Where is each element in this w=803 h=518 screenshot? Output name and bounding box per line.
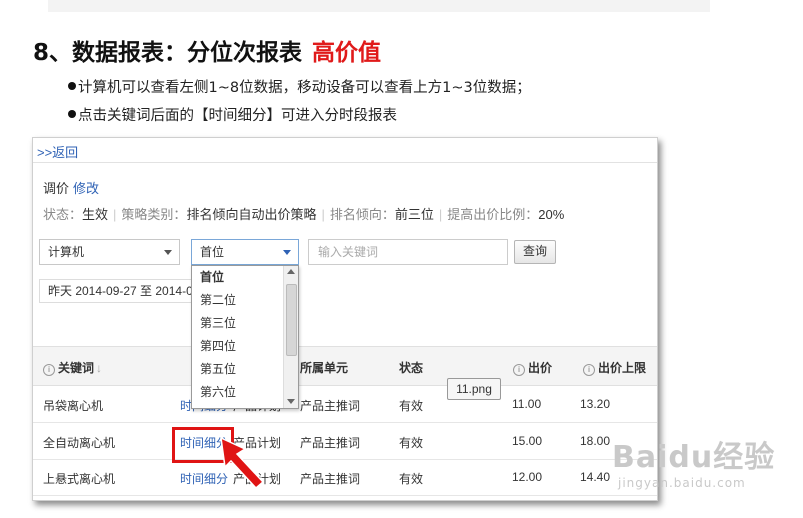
column-header-unit: 所属单元: [300, 361, 349, 375]
pointer-arrow-icon: [220, 436, 265, 490]
top-divider: [48, 0, 710, 12]
column-header-status: 状态: [399, 361, 424, 375]
title-accent: 高价值: [312, 40, 382, 66]
dropdown-option[interactable]: 第六位: [192, 381, 282, 404]
table-row: 上悬式离心机 时间细分 产品计划 产品主推词 有效 12.00 14.40: [33, 459, 657, 496]
column-header-keyword[interactable]: i 关键词 ↓: [43, 359, 102, 376]
device-select-value: 计算机: [48, 245, 85, 259]
title-main: 8、数据报表：分位次报表: [33, 40, 303, 66]
bullet-dot-icon: [68, 82, 76, 90]
scroll-down-icon[interactable]: [287, 399, 295, 404]
baidu-watermark: Baidu经验 jingyan.baidu.com: [612, 432, 775, 490]
bid-limit-cell: 14.40: [580, 470, 611, 484]
page-title: 8、数据报表：分位次报表 高价值: [33, 33, 381, 67]
chevron-down-icon: [164, 250, 172, 255]
unit-cell: 产品主推词: [300, 472, 361, 486]
scrollbar-thumb[interactable]: [286, 284, 297, 356]
separator: |: [113, 207, 117, 222]
position-dropdown-list: 首位 第二位 第三位 第四位 第五位 第六位: [191, 265, 299, 409]
status-cell: 有效: [399, 399, 424, 413]
state-label: 状态：: [43, 207, 83, 222]
sort-arrow-icon[interactable]: ↓: [96, 361, 102, 375]
back-link[interactable]: >>返回: [37, 142, 78, 161]
dropdown-option[interactable]: 第三位: [192, 312, 282, 335]
info-icon: i: [43, 364, 55, 376]
bullet-item: 计算机可以查看左侧1~8位数据，移动设备可以查看上方1~3位数据；: [68, 76, 531, 97]
adjust-label: 调价: [43, 181, 70, 196]
rank-value: 前三位: [394, 207, 434, 222]
dropdown-option[interactable]: 第五位: [192, 358, 282, 381]
filename-tooltip: 11.png: [447, 378, 501, 400]
keyword-cell: 上悬式离心机: [43, 472, 116, 486]
bullet-text: 计算机可以查看左侧1~8位数据，移动设备可以查看上方1~3位数据；: [78, 80, 531, 96]
bid-limit-cell: 18.00: [580, 434, 611, 448]
device-select[interactable]: 计算机: [39, 239, 180, 265]
divider: [33, 162, 657, 163]
date-range-text: 昨天 2014-09-27 至 2014-09: [48, 284, 194, 298]
table-row: 全自动离心机 时间细分 产品计划 产品主推词 有效 15.00 18.00: [33, 423, 657, 460]
state-value: 生效: [82, 207, 109, 222]
bullet-text: 点击关键词后面的【时间细分】可进入分时段报表: [78, 108, 397, 124]
keyword-cell: 吊袋离心机: [43, 399, 104, 413]
status-cell: 有效: [399, 436, 424, 450]
column-header-bid: i 出价: [513, 359, 552, 376]
adjust-header: 调价 修改: [43, 178, 99, 197]
strategy-label: 策略类别：: [121, 207, 187, 222]
report-screenshot: >>返回 调价 修改 状态：生效 | 策略类别：排名倾向自动出价策略 | 排名倾向：前三位…: [32, 137, 658, 501]
table-row: 吊袋离心机 时间细分 产品计划 产品主推词 有效 11.00 13.20: [33, 386, 657, 423]
scroll-up-icon[interactable]: [287, 269, 295, 274]
dropdown-option[interactable]: 第四位: [192, 335, 282, 358]
position-select[interactable]: 首位: [191, 239, 299, 265]
bullet-item: 点击关键词后面的【时间细分】可进入分时段报表: [68, 104, 397, 125]
date-range-picker[interactable]: 昨天 2014-09-27 至 2014-09: [39, 279, 194, 303]
position-select-value: 首位: [200, 245, 225, 259]
keyword-search-input[interactable]: 输入关键词: [308, 239, 508, 265]
ratio-label: 提高出价比例：: [447, 207, 539, 222]
modify-link[interactable]: 修改: [73, 181, 99, 196]
separator: |: [438, 207, 443, 222]
bid-limit-cell: 13.20: [580, 397, 611, 411]
separator: |: [321, 207, 325, 222]
keyword-cell: 全自动离心机: [43, 436, 116, 450]
bid-cell: 11.00: [512, 397, 542, 411]
info-icon: i: [513, 364, 525, 376]
dropdown-option[interactable]: 首位: [192, 266, 282, 289]
rank-label: 排名倾向：: [329, 207, 395, 222]
chevron-down-icon: [283, 250, 291, 255]
ratio-value: 20%: [538, 207, 565, 222]
dropdown-option[interactable]: 第二位: [192, 289, 282, 312]
bid-cell: 15.00: [512, 434, 543, 448]
dropdown-scrollbar[interactable]: [283, 266, 298, 408]
bullet-dot-icon: [68, 110, 76, 118]
bid-cell: 12.00: [512, 470, 543, 484]
unit-cell: 产品主推词: [300, 436, 361, 450]
table-header: i 关键词 ↓ 所属单元 状态 i 出价 i 出价上限: [33, 346, 657, 386]
strategy-status-row: 状态：生效 | 策略类别：排名倾向自动出价策略 | 排名倾向：前三位 | 提高出价比例：20…: [43, 204, 564, 223]
watermark-logo: Baidu经验: [612, 440, 776, 475]
column-header-bid-limit: i 出价上限: [583, 359, 646, 376]
query-button[interactable]: 查询: [514, 240, 556, 264]
watermark-url: jingyan.baidu.com: [618, 476, 746, 490]
status-cell: 有效: [399, 472, 424, 486]
info-icon: i: [583, 364, 595, 376]
unit-cell: 产品主推词: [300, 399, 361, 413]
strategy-value: 排名倾向自动出价策略: [186, 207, 317, 222]
